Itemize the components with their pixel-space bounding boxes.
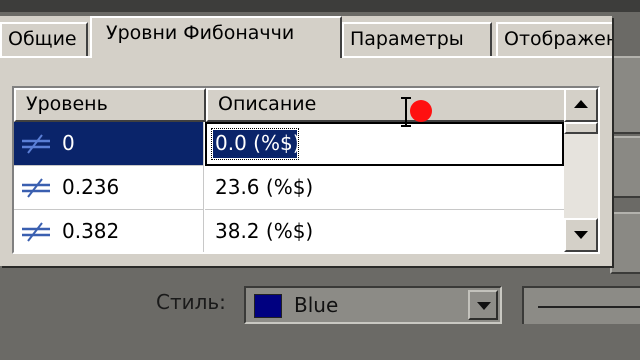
tab-display[interactable]: Отображени [496, 22, 612, 56]
tab-bar: Общие Уровни Фибоначчи Параметры Отображ… [0, 16, 612, 58]
tab-parameters[interactable]: Параметры [342, 22, 492, 56]
color-swatch [254, 294, 282, 318]
scroll-up-button[interactable] [564, 88, 598, 122]
style-combobox[interactable]: Blue [244, 286, 502, 324]
scroll-down-button[interactable] [564, 218, 598, 252]
fibo-level-icon [22, 134, 50, 154]
fibo-level-icon [22, 178, 50, 198]
description-cell[interactable]: 38.2 (%$) [205, 210, 566, 252]
table-row[interactable]: 0.236 23.6 (%$) [14, 166, 566, 210]
properties-dialog: Общие Уровни Фибоначчи Параметры Отображ… [0, 16, 612, 266]
column-header-level[interactable]: Уровень [14, 88, 206, 122]
level-cell[interactable]: 0.236 [14, 166, 204, 210]
tab-general[interactable]: Общие [0, 22, 88, 56]
background-title-strip [0, 0, 640, 12]
style-label: Стиль: [156, 290, 226, 314]
tab-fibonacci-levels[interactable]: Уровни Фибоначчи [90, 16, 342, 58]
fibonacci-levels-panel: Уровень Описание 0 0.0 (%$) 0.236 23.6 (… [0, 56, 612, 266]
chevron-down-icon[interactable] [468, 290, 498, 320]
table-row[interactable]: 0.382 38.2 (%$) [14, 210, 566, 252]
line-sample [538, 306, 640, 308]
level-value: 0.382 [62, 219, 120, 243]
background-side-button [610, 56, 640, 134]
level-value: 0.236 [62, 175, 120, 199]
description-cell[interactable]: 23.6 (%$) [205, 166, 566, 210]
description-editor[interactable]: 0.0 (%$) [205, 122, 564, 166]
background-side-button [610, 136, 640, 198]
level-cell[interactable]: 0.382 [14, 210, 204, 252]
fibo-level-icon [22, 222, 50, 242]
line-width-combobox[interactable] [522, 286, 640, 324]
focus-rectangle [211, 128, 299, 160]
style-value: Blue [294, 293, 339, 317]
background-side-button [610, 212, 640, 274]
column-header-description[interactable]: Описание [206, 88, 566, 122]
scrollbar-thumb[interactable] [564, 122, 598, 134]
click-indicator [410, 100, 432, 122]
level-value: 0 [62, 131, 75, 155]
table-row[interactable]: 0 0.0 (%$) [14, 122, 566, 166]
level-cell[interactable]: 0 [14, 122, 204, 166]
levels-list[interactable]: Уровень Описание 0 0.0 (%$) 0.236 23.6 (… [12, 86, 600, 254]
vertical-scrollbar[interactable] [564, 88, 598, 252]
